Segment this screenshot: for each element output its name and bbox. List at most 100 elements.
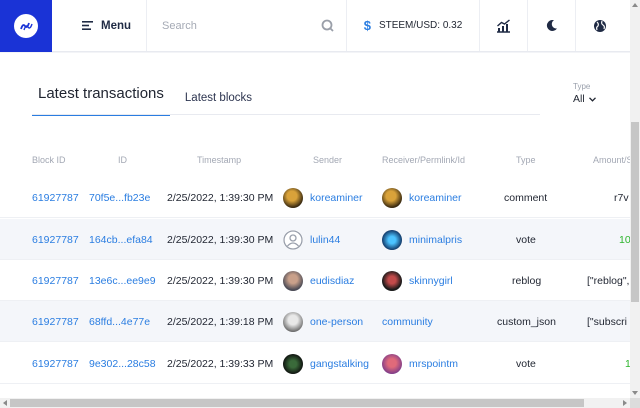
steem-logo[interactable] (0, 0, 52, 52)
sender-link[interactable]: koreaminer (310, 192, 363, 204)
tx-id-link[interactable]: 70f5e...fb23e (89, 177, 150, 218)
receiver-link[interactable]: mrspointm (409, 358, 458, 370)
default-user-icon (283, 229, 303, 250)
type-value: vote (516, 357, 536, 370)
sender-cell: gangstalking (283, 343, 369, 384)
avatar (283, 311, 303, 332)
menu-button[interactable]: Menu (52, 0, 147, 51)
tab-latest-transactions[interactable]: Latest transactions (32, 85, 170, 116)
amount-value: 10 (619, 233, 631, 246)
search-icon[interactable] (321, 19, 334, 32)
avatar (283, 187, 303, 208)
avatar (382, 270, 402, 291)
receiver-cell: community (382, 301, 433, 342)
column-header: ID (118, 155, 127, 165)
avatar (382, 353, 402, 374)
table-row: 61927787 68ffd...4e77e 2/25/2022, 1:39:1… (0, 301, 630, 342)
menu-icon (82, 21, 93, 30)
receiver-link[interactable]: community (382, 316, 433, 328)
horizontal-scrollbar[interactable] (0, 398, 630, 408)
tab-bar: Latest transactions Latest blocks (32, 85, 267, 116)
block-id-link[interactable]: 61927787 (32, 343, 79, 384)
avatar (283, 353, 303, 374)
vertical-scrollbar[interactable] (630, 0, 640, 398)
column-header: Type (516, 155, 536, 165)
type-filter-select[interactable]: All (573, 93, 596, 105)
block-id-link[interactable]: 61927787 (32, 301, 79, 342)
column-header: Sender (313, 155, 343, 165)
scrollbar-corner (630, 398, 640, 408)
tx-id-link[interactable]: 164cb...efa84 (89, 219, 153, 260)
transactions-card: Latest transactions Latest blocks Type A… (0, 53, 633, 398)
timestamp: 2/25/2022, 1:39:30 PM (167, 274, 274, 287)
type-value: vote (516, 233, 536, 246)
type-filter[interactable]: Type All (573, 82, 596, 105)
block-id-link[interactable]: 61927787 (32, 260, 79, 301)
sender-cell: eudisdiaz (283, 260, 354, 301)
avatar (382, 187, 402, 208)
receiver-cell: skinnygirl (382, 260, 453, 301)
sender-link[interactable]: one-person (310, 316, 363, 328)
tab-latest-blocks[interactable]: Latest blocks (170, 92, 267, 116)
column-header: Receiver/Permlink/Id (382, 155, 466, 165)
table-header: Block ID ID Timestamp Sender Receiver/Pe… (0, 155, 633, 169)
type-value: custom_json (497, 315, 556, 328)
avatar (283, 270, 303, 291)
moon-icon (546, 19, 557, 31)
table-row: 61927787 9e302...28c58 2/25/2022, 1:39:3… (0, 343, 631, 384)
block-id-link[interactable]: 61927787 (32, 219, 79, 260)
search-input[interactable] (162, 19, 302, 32)
type-filter-value: All (573, 93, 585, 105)
chart-trend-icon (497, 18, 510, 33)
block-id-link[interactable]: 61927787 (32, 177, 79, 218)
globe-icon (594, 19, 606, 32)
top-header: Menu $ STEEM/USD: 0.32 (0, 0, 630, 52)
avatar (382, 229, 402, 250)
amount-value: ["reblog", (587, 274, 630, 287)
tx-id-link[interactable]: 9e302...28c58 (89, 343, 156, 384)
receiver-link[interactable]: skinnygirl (409, 275, 453, 287)
sender-cell: one-person (283, 301, 363, 342)
price-ticker: $ STEEM/USD: 0.32 (347, 0, 480, 51)
horizontal-scroll-thumb[interactable] (10, 399, 584, 407)
receiver-cell: minimalpris (382, 219, 462, 260)
timestamp: 2/25/2022, 1:39:30 PM (167, 191, 274, 204)
amount-value: ["subscri (587, 315, 627, 328)
type-value: reblog (512, 274, 542, 287)
type-value: comment (504, 191, 548, 204)
sender-link[interactable]: lulin44 (310, 234, 340, 246)
dark-mode-button[interactable] (528, 0, 576, 51)
scroll-left-icon[interactable] (0, 398, 10, 408)
tx-id-link[interactable]: 13e6c...ee9e9 (89, 260, 156, 301)
page: Menu $ STEEM/USD: 0.32 (0, 0, 640, 408)
sender-cell: koreaminer (283, 177, 363, 218)
tx-id-link[interactable]: 68ffd...4e77e (89, 301, 150, 342)
sender-link[interactable]: eudisdiaz (310, 275, 354, 287)
scroll-right-icon[interactable] (620, 398, 630, 408)
language-button[interactable] (576, 0, 624, 51)
search-box (147, 0, 347, 51)
table-row: 61927787 70f5e...fb23e 2/25/2022, 1:39:3… (0, 177, 630, 218)
column-header: Amount/S (593, 155, 633, 165)
vertical-scroll-thumb[interactable] (631, 122, 639, 302)
dollar-icon: $ (363, 18, 371, 33)
menu-label: Menu (101, 19, 132, 32)
receiver-cell: koreaminer (382, 177, 462, 218)
price-label: STEEM/USD: 0.32 (378, 20, 463, 31)
sender-link[interactable]: gangstalking (310, 358, 369, 370)
steem-logo-icon (14, 14, 38, 38)
tab-divider (32, 114, 540, 115)
column-header: Block ID (32, 155, 66, 165)
receiver-link[interactable]: minimalpris (409, 234, 462, 246)
type-filter-label: Type (573, 82, 591, 91)
sender-cell: lulin44 (283, 219, 340, 260)
chart-button[interactable] (480, 0, 528, 51)
scroll-up-icon[interactable] (630, 0, 640, 10)
receiver-link[interactable]: koreaminer (409, 192, 462, 204)
scroll-down-icon[interactable] (630, 388, 640, 398)
timestamp: 2/25/2022, 1:39:30 PM (167, 233, 274, 246)
table-row: 61927787 164cb...efa84 2/25/2022, 1:39:3… (0, 219, 631, 260)
receiver-cell: mrspointm (382, 343, 458, 384)
chevron-down-icon (588, 96, 596, 102)
timestamp: 2/25/2022, 1:39:33 PM (167, 357, 274, 370)
